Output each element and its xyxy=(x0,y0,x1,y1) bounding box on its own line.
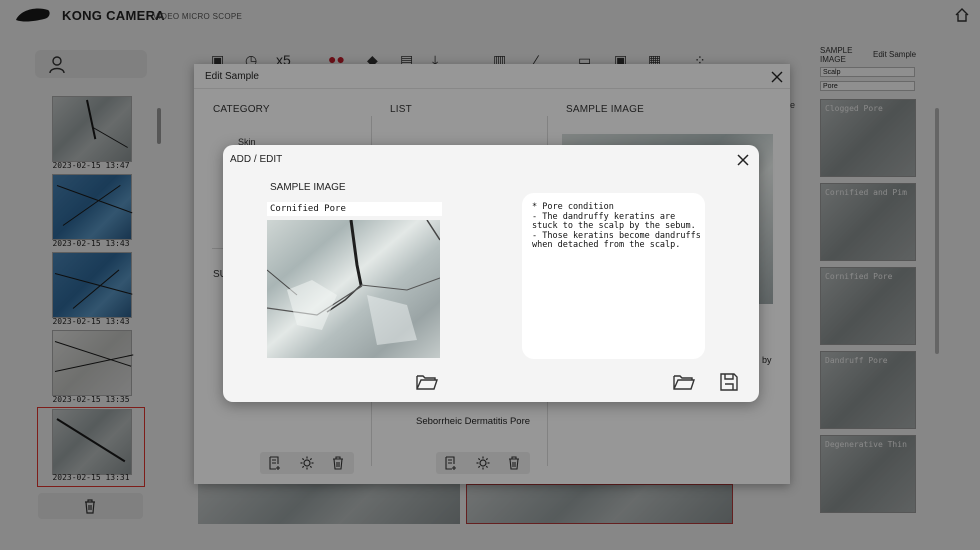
open-folder-button-2[interactable] xyxy=(672,372,696,392)
description-text: * Pore condition - The dandruffy keratin… xyxy=(532,202,701,251)
save-button[interactable] xyxy=(719,372,743,392)
open-folder-button[interactable] xyxy=(415,372,439,392)
description-box[interactable]: * Pore condition - The dandruffy keratin… xyxy=(522,193,705,359)
add-edit-title: ADD / EDIT xyxy=(230,154,283,165)
add-edit-dialog: ADD / EDIT SAMPLE IMAGE Cornified Pore *… xyxy=(223,145,759,402)
add-edit-close-icon[interactable] xyxy=(735,152,751,168)
sample-name-input[interactable]: Cornified Pore xyxy=(267,202,442,216)
sample-image xyxy=(267,220,440,358)
sample-image-hairs xyxy=(267,220,440,345)
sample-image-label: SAMPLE IMAGE xyxy=(270,182,346,193)
save-icon xyxy=(720,373,738,391)
side-fragment-e: e xyxy=(790,100,796,110)
open-folder-icon xyxy=(416,375,438,390)
open-folder-icon xyxy=(673,375,695,390)
